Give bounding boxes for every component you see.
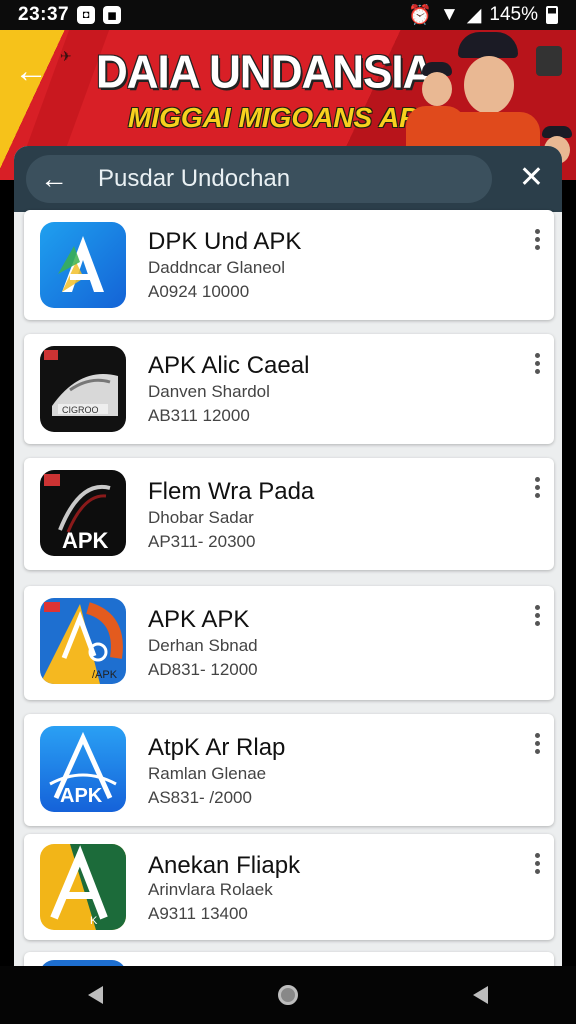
app-meta: AP311- 20300 [148, 532, 256, 551]
list-item[interactable]: K Anekan Fliapk Arinvlara Rolaek A9311 1… [24, 834, 554, 940]
navigation-bar [0, 966, 576, 1024]
more-options-icon[interactable] [535, 226, 540, 253]
plane-icon: ✈ [60, 48, 72, 64]
alarm-icon: ⏰ [408, 5, 432, 26]
list-item[interactable]: /APK APK APK Derhan Sbnad AD831- 12000 [24, 586, 554, 700]
app-name: APK APK [148, 606, 250, 633]
search-input[interactable] [98, 165, 478, 193]
app-APK-black-icon: APK [40, 470, 126, 556]
search-bar: ← [26, 155, 492, 203]
app-gray-cigar-icon: CIGROO [40, 346, 126, 432]
app-blue-APK-icon: APK [40, 726, 126, 812]
app-meta: A0924 10000 [148, 282, 250, 301]
more-options-icon[interactable] [535, 474, 540, 501]
list-item[interactable]: APK Flem Wra Pada Dhobar Sadar AP311- 20… [24, 458, 554, 570]
app-developer: Arinvlara Rolaek [148, 880, 273, 899]
status-right: ⏰ ▼ ◢ 145% [408, 3, 558, 27]
svg-text:/APK: /APK [92, 669, 118, 681]
more-options-icon[interactable] [535, 350, 540, 377]
app-A-icon [40, 222, 126, 308]
signal-icon: ◢ [466, 4, 482, 26]
back-arrow-icon[interactable]: ← [14, 52, 48, 91]
app-yellow-A-icon: /APK [40, 598, 126, 684]
app-meta: A9311 13400 [148, 904, 248, 923]
app-name: Flem Wra Pada [148, 478, 315, 505]
app-developer: Ramlan Glenae [148, 764, 267, 783]
banner-title: DAIA UNDANSIA [96, 46, 434, 99]
back-arrow-icon[interactable]: ← [26, 163, 82, 195]
status-bar: 23:37 ◘ ◼ ⏰ ▼ ◢ 145% [0, 0, 576, 30]
nav-back-icon[interactable] [87, 986, 103, 1004]
app-name: Anekan Fliapk [148, 852, 301, 879]
app-meta: AS831- /2000 [148, 788, 252, 807]
more-options-icon[interactable] [535, 850, 540, 877]
app-meta: AD831- 12000 [148, 660, 258, 679]
camera-icon [536, 46, 562, 76]
battery-icon [546, 6, 558, 24]
app-name: AtpK Ar Rlap [148, 734, 286, 761]
svg-text:APK: APK [62, 528, 109, 553]
list-item[interactable]: DPK Und APK Daddncar Glaneol A0924 10000 [24, 210, 554, 320]
more-options-icon[interactable] [535, 730, 540, 757]
list-item-partial[interactable] [24, 952, 554, 966]
list-item[interactable]: CIGROO APK Alic Caeal Danven Shardol AB3… [24, 334, 554, 444]
more-options-icon[interactable] [535, 602, 540, 629]
notification-icon: ◘ [77, 6, 96, 24]
battery-level: 145% [489, 4, 538, 25]
nav-recents-icon[interactable] [473, 986, 489, 1004]
app-meta: AB311 12000 [148, 406, 250, 425]
search-header: ← ✕ [14, 146, 562, 212]
app-developer: Derhan Sbnad [148, 636, 258, 655]
app-developer: Daddncar Glaneol [148, 258, 286, 277]
svg-text:APK: APK [60, 785, 103, 807]
app-developer: Dhobar Sadar [148, 508, 254, 527]
app-name: DPK Und APK [148, 228, 302, 255]
nav-home-icon[interactable] [277, 985, 298, 1005]
svg-text:CIGROO: CIGROO [62, 405, 99, 415]
search-results-sheet: ← ✕ DPK Und APK Daddncar Glaneol A0924 1… [14, 146, 562, 966]
app-green-A-icon: K [40, 844, 126, 930]
list-item[interactable]: APK AtpK Ar Rlap Ramlan Glenae AS831- /2… [24, 714, 554, 826]
svg-text:K: K [90, 915, 98, 927]
status-time: 23:37 [18, 4, 70, 25]
close-icon[interactable]: ✕ [519, 160, 544, 196]
wifi-icon: ▼ [439, 4, 459, 25]
app-developer: Danven Shardol [148, 382, 270, 401]
notification-icon: ◼ [103, 6, 122, 24]
banner-subtitle: MIGGAI MIGOANS APK [128, 102, 439, 133]
app-name: APK Alic Caeal [148, 352, 310, 379]
